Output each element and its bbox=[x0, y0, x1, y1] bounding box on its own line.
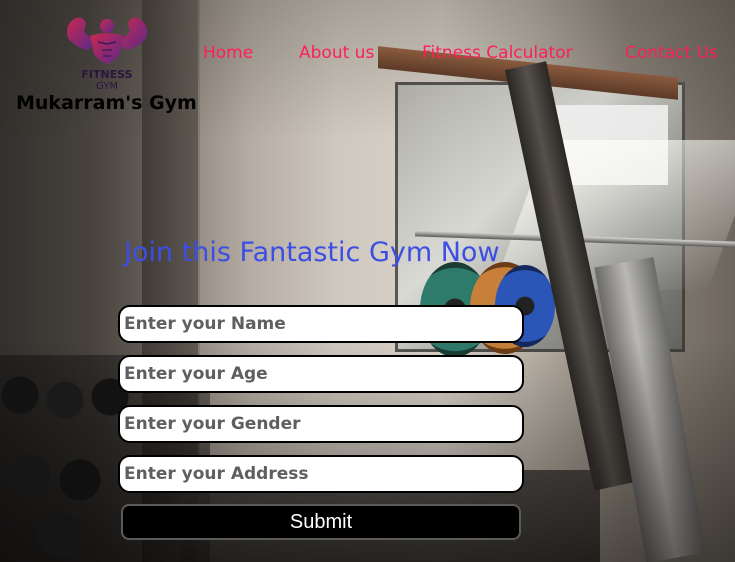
nav-link-home[interactable]: Home bbox=[203, 43, 253, 63]
nav-link-contact-us[interactable]: Contact Us bbox=[625, 43, 718, 63]
logo-text-line1: FITNESS bbox=[81, 68, 132, 81]
gender-input[interactable] bbox=[118, 405, 524, 443]
main-nav: Home About us Fitness Calculator Contact… bbox=[0, 43, 735, 67]
age-input[interactable] bbox=[118, 355, 524, 393]
brand-name: Mukarram's Gym bbox=[16, 92, 197, 114]
form-headline: Join this Fantastic Gym Now bbox=[124, 237, 500, 268]
name-input[interactable] bbox=[118, 305, 524, 343]
nav-link-fitness-calculator[interactable]: Fitness Calculator bbox=[422, 43, 573, 63]
address-input[interactable] bbox=[118, 455, 524, 493]
logo-text-line2: GYM bbox=[96, 81, 118, 92]
submit-button[interactable]: Submit bbox=[121, 504, 521, 540]
nav-link-about-us[interactable]: About us bbox=[299, 43, 374, 63]
